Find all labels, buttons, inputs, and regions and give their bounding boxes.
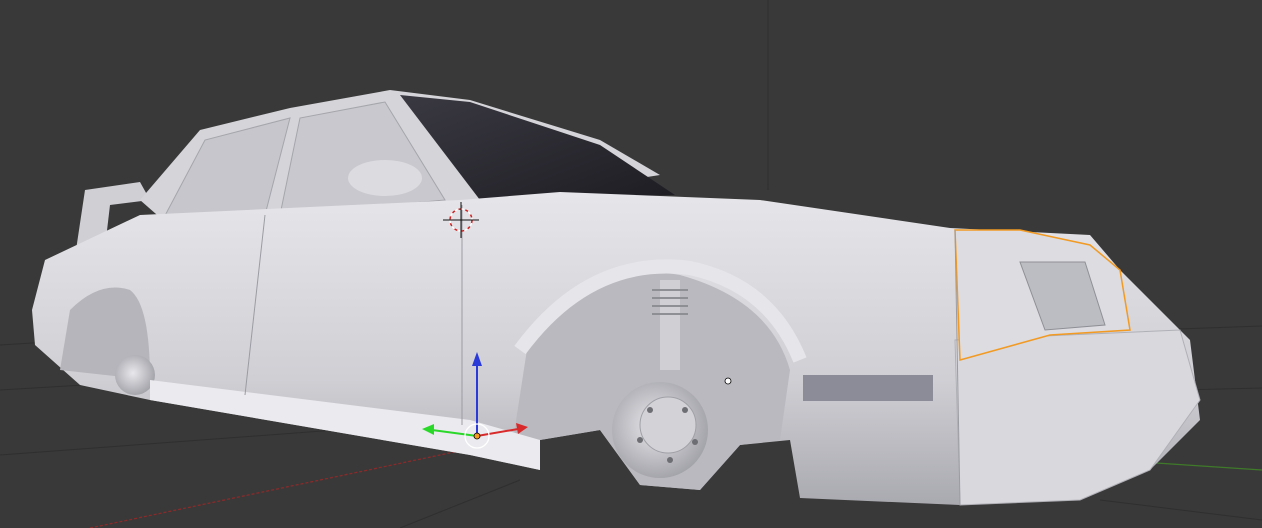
origin-point bbox=[724, 377, 732, 385]
3d-viewport[interactable] bbox=[0, 0, 1262, 528]
viewport-canvas[interactable] bbox=[0, 0, 1262, 528]
object-origin bbox=[473, 432, 481, 440]
side-marker bbox=[803, 375, 933, 401]
suspension-strut bbox=[660, 280, 680, 370]
car-model[interactable] bbox=[32, 90, 1201, 506]
